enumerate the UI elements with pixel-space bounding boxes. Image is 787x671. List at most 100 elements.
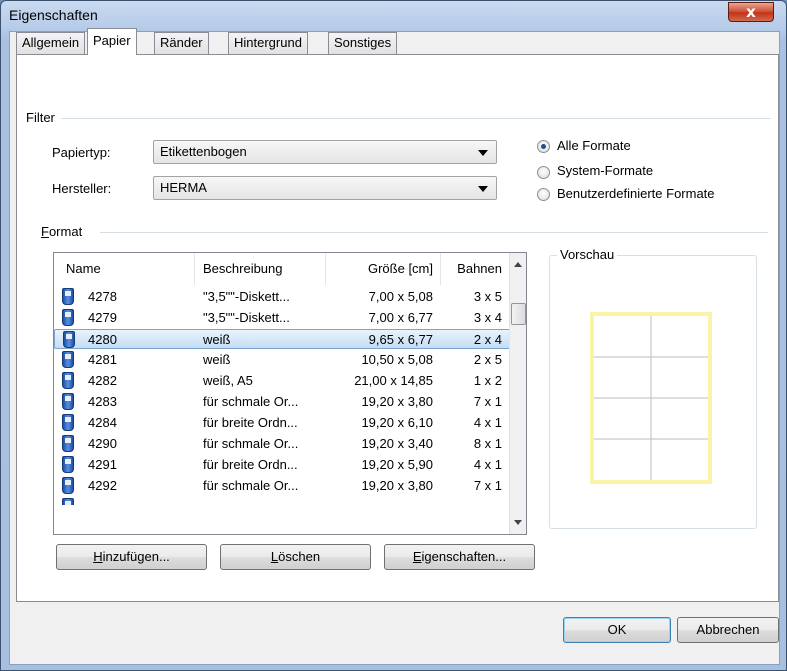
cell-name: 4280 (88, 332, 117, 347)
filter-group-line (61, 118, 771, 119)
radio-benutzerdefinierte-formate-label[interactable]: Benutzerdefinierte Formate (557, 186, 715, 201)
cell-name: 4283 (88, 394, 117, 409)
properties-mnemonic: E (412, 549, 422, 564)
chevron-down-icon (478, 186, 488, 192)
title-bar[interactable]: Eigenschaften x (1, 1, 786, 31)
label-sheet-icon (62, 477, 74, 494)
table-row[interactable]: 4279 "3,5""-Diskett... 7,00 x 6,77 3 x 4 (54, 308, 511, 328)
tab-sonstiges[interactable]: Sonstiges (328, 32, 398, 54)
column-header-beschreibung[interactable]: Beschreibung (195, 253, 326, 285)
scroll-down-icon[interactable] (514, 520, 522, 525)
table-row-selected[interactable]: 4280 weiß 9,65 x 6,77 2 x 4 (54, 329, 511, 349)
cell-bahnen: 3 x 4 (473, 310, 502, 325)
cell-bahnen: 2 x 5 (473, 352, 502, 367)
cell-beschreibung: weiß (203, 332, 231, 347)
table-row[interactable]: 4283 für schmale Or... 19,20 x 3,80 7 x … (54, 392, 511, 412)
cell-beschreibung: für breite Ordn... (203, 415, 298, 430)
label-sheet-icon (62, 372, 74, 389)
table-row[interactable]: 4278 "3,5""-Diskett... 7,00 x 5,08 3 x 5 (54, 287, 511, 307)
tab-allgemein[interactable]: Allgemein (16, 32, 86, 54)
table-row-partial[interactable] (54, 497, 511, 505)
format-properties-button[interactable]: Eigenschaften... (384, 544, 535, 570)
cell-groesse: 7,00 x 6,77 (368, 310, 433, 325)
label-sheet-preview (590, 312, 712, 484)
column-header-groesse[interactable]: Größe [cm] (326, 253, 441, 285)
chevron-down-icon (478, 150, 488, 156)
cell-name: 4282 (88, 373, 117, 388)
tab-hintergrund[interactable]: Hintergrund (228, 32, 308, 54)
label-sheet-icon (62, 351, 74, 368)
column-header-groesse-label: Größe [cm] (367, 261, 433, 276)
label-sheet-icon (62, 498, 74, 505)
table-row[interactable]: 4284 für breite Ordn... 19,20 x 6,10 4 x… (54, 413, 511, 433)
filter-group-label: Filter (26, 110, 59, 125)
ok-button[interactable]: OK (563, 617, 671, 643)
papiertyp-dropdown[interactable]: Etikettenbogen (153, 140, 497, 164)
column-header-name[interactable]: Name (54, 253, 195, 285)
cell-name: 4284 (88, 415, 117, 430)
cell-beschreibung: für schmale Or... (203, 436, 299, 451)
label-sheet-icon (62, 435, 74, 452)
cancel-button[interactable]: Abbrechen (677, 617, 779, 643)
label-sheet-icon (62, 309, 74, 326)
label-sheet-icon (62, 414, 74, 431)
cell-name: 4291 (88, 457, 117, 472)
radio-system-formate[interactable] (537, 166, 550, 179)
radio-alle-formate[interactable] (537, 140, 550, 153)
column-header-bahnen[interactable]: Bahnen (441, 253, 511, 285)
column-header-name-label: Name (66, 261, 101, 276)
cell-beschreibung: weiß, A5 (203, 373, 253, 388)
tab-raender[interactable]: Ränder (154, 32, 209, 54)
papiertyp-value: Etikettenbogen (160, 144, 247, 159)
radio-benutzerdefinierte-formate[interactable] (537, 188, 550, 201)
cell-groesse: 19,20 x 3,40 (361, 436, 433, 451)
cell-beschreibung: weiß (203, 352, 231, 367)
label-sheet-icon (62, 288, 74, 305)
hersteller-value: HERMA (160, 180, 207, 195)
label-sheet-icon (63, 331, 75, 348)
close-icon: x (746, 3, 756, 21)
cell-groesse: 10,50 x 5,08 (361, 352, 433, 367)
cell-bahnen: 4 x 1 (473, 415, 502, 430)
format-label-rest: ormat (48, 224, 83, 239)
cell-name: 4290 (88, 436, 117, 451)
delete-format-button[interactable]: Löschen (220, 544, 371, 570)
table-row[interactable]: 4291 für breite Ordn... 19,20 x 5,90 4 x… (54, 455, 511, 475)
label-sheet-icon (62, 456, 74, 473)
table-row[interactable]: 4282 weiß, A5 21,00 x 14,85 1 x 2 (54, 371, 511, 391)
tab-papier[interactable]: Papier (87, 28, 137, 55)
list-scrollbar[interactable] (509, 253, 526, 534)
cell-bahnen: 3 x 5 (473, 289, 502, 304)
table-row[interactable]: 4292 für schmale Or... 19,20 x 3,80 7 x … (54, 476, 511, 496)
table-row[interactable]: 4290 für schmale Or... 19,20 x 3,40 8 x … (54, 434, 511, 454)
hersteller-dropdown[interactable]: HERMA (153, 176, 497, 200)
cell-beschreibung: "3,5""-Diskett... (203, 289, 290, 304)
format-mnemonic: F (41, 224, 49, 239)
format-group-label: Format (41, 224, 82, 239)
table-row[interactable]: 4281 weiß 10,50 x 5,08 2 x 5 (54, 350, 511, 370)
cell-name: 4278 (88, 289, 117, 304)
cell-beschreibung: "3,5""-Diskett... (203, 310, 290, 325)
column-header-beschreibung-label: Beschreibung (203, 261, 283, 276)
cell-groesse: 19,20 x 5,90 (361, 457, 433, 472)
cell-name: 4279 (88, 310, 117, 325)
window-title: Eigenschaften (9, 7, 98, 23)
format-list[interactable]: Name Beschreibung Größe [cm] Bahnen 4278… (53, 252, 527, 535)
cell-groesse: 7,00 x 5,08 (368, 289, 433, 304)
delete-label-rest: öschen (278, 549, 321, 564)
cell-bahnen: 1 x 2 (473, 373, 502, 388)
cell-name: 4292 (88, 478, 117, 493)
cell-beschreibung: für schmale Or... (203, 394, 299, 409)
cell-bahnen: 7 x 1 (473, 478, 502, 493)
scroll-thumb[interactable] (511, 303, 526, 325)
cell-beschreibung: für schmale Or... (203, 478, 299, 493)
close-button[interactable]: x (728, 2, 774, 22)
radio-system-formate-label[interactable]: System-Formate (557, 163, 653, 178)
cell-bahnen: 7 x 1 (473, 394, 502, 409)
cell-groesse: 21,00 x 14,85 (354, 373, 433, 388)
preview-label: Vorschau (557, 247, 618, 262)
add-format-button[interactable]: Hinzufügen... (56, 544, 207, 570)
radio-alle-formate-label[interactable]: Alle Formate (557, 138, 631, 153)
scroll-up-icon[interactable] (514, 262, 522, 267)
cell-bahnen: 2 x 4 (473, 332, 502, 347)
